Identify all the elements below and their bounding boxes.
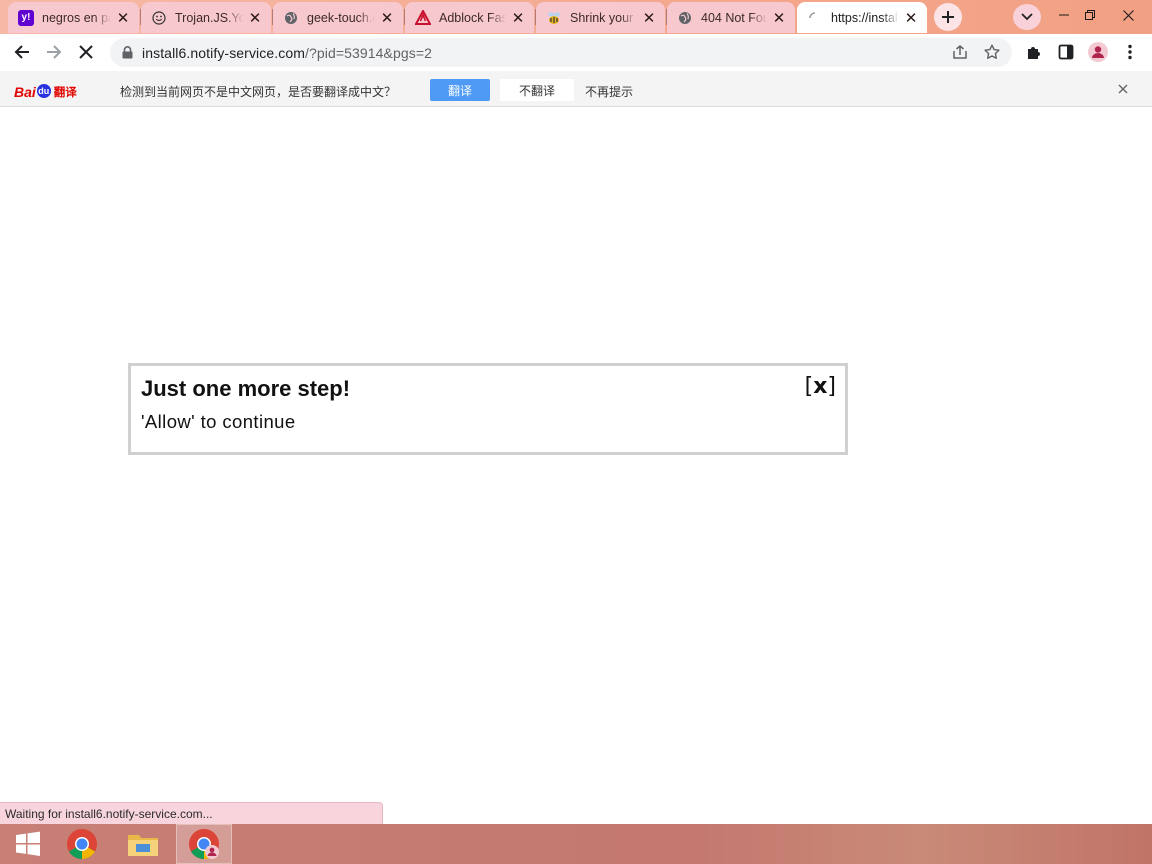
tab-close-icon[interactable]: ✕ xyxy=(115,10,131,27)
logo-bai: Bai xyxy=(14,84,36,100)
globe-icon xyxy=(677,10,693,26)
tab-close-icon[interactable]: ✕ xyxy=(641,10,657,27)
translate-bar-close-icon[interactable] xyxy=(1114,80,1132,98)
arrow-left-icon xyxy=(14,45,29,59)
dialog-close-button[interactable]: [x] xyxy=(805,374,836,399)
yahoo-icon: y! xyxy=(18,9,34,26)
tab-3[interactable]: Adblock Fast ✕ xyxy=(405,2,534,33)
side-panel-icon xyxy=(1058,44,1074,60)
bee-icon xyxy=(546,10,562,26)
tab-search-button[interactable] xyxy=(1013,4,1041,30)
tab-title: https://instal xyxy=(831,10,898,25)
tab-0[interactable]: y! negros en pa ✕ xyxy=(8,2,139,33)
url-path: /?pid=53914&pgs=2 xyxy=(304,44,433,61)
url-host: install6.notify-service.com xyxy=(142,44,305,61)
kebab-menu-icon xyxy=(1128,44,1132,60)
profile-button[interactable] xyxy=(1084,38,1112,66)
share-icon[interactable] xyxy=(952,45,968,65)
tab-close-icon[interactable]: ✕ xyxy=(379,10,395,27)
taskbar-chrome[interactable] xyxy=(54,824,110,864)
close-icon xyxy=(1122,9,1134,21)
tab-title: Trojan.JS.You xyxy=(175,10,243,25)
start-button[interactable] xyxy=(0,824,56,864)
stop-icon xyxy=(79,45,93,59)
loading-icon xyxy=(807,10,823,26)
taskbar-file-explorer[interactable] xyxy=(115,824,171,864)
allow-prompt-dialog: Just one more step! 'Allow' to continue … xyxy=(128,363,848,455)
globe-icon xyxy=(283,10,299,26)
chrome-profile-icon xyxy=(189,829,219,859)
address-bar[interactable]: install6.notify-service.com/?pid=53914&p… xyxy=(110,38,1012,67)
page-content: Just one more step! 'Allow' to continue … xyxy=(0,107,1152,824)
tab-4[interactable]: Shrink your f ✕ xyxy=(536,2,665,33)
chevron-down-icon xyxy=(1021,13,1033,21)
star-icon[interactable] xyxy=(984,44,1000,65)
taskbar xyxy=(0,824,1152,864)
tab-5[interactable]: 404 Not Foun ✕ xyxy=(667,2,795,33)
tab-2[interactable]: geek-touch.c ✕ xyxy=(273,2,403,33)
avatar-icon xyxy=(1088,42,1108,62)
tab-title: Shrink your f xyxy=(570,10,637,25)
stop-loading-button[interactable] xyxy=(72,38,100,66)
tab-title: geek-touch.c xyxy=(307,10,375,25)
tab-close-icon[interactable]: ✕ xyxy=(247,10,263,27)
chrome-icon xyxy=(67,829,97,860)
puzzle-icon xyxy=(1028,47,1040,59)
translate-message: 检测到当前网页不是中文网页，是否要翻译成中文？ xyxy=(120,85,397,99)
menu-button[interactable] xyxy=(1116,38,1144,66)
logo-fanyi: 翻译 xyxy=(53,87,77,99)
translate-bar: Bai du 翻译 检测到当前网页不是中文网页，是否要翻译成中文？ 翻译 不翻译… xyxy=(0,71,1152,107)
status-bubble: Waiting for install6.notify-service.com.… xyxy=(0,802,383,824)
plus-icon xyxy=(942,11,954,23)
tab-close-icon[interactable]: ✕ xyxy=(510,10,526,27)
restore-button[interactable] xyxy=(1072,0,1108,30)
extensions-button[interactable] xyxy=(1020,38,1048,66)
tab-title: negros en pa xyxy=(42,10,111,25)
tab-1[interactable]: Trojan.JS.You ✕ xyxy=(141,2,271,33)
minimize-icon xyxy=(1059,14,1069,16)
window-close-button[interactable] xyxy=(1110,0,1146,30)
translate-button[interactable]: 翻译 xyxy=(430,79,490,101)
logo-du: du xyxy=(36,84,51,98)
tab-close-icon[interactable]: ✕ xyxy=(771,10,787,27)
dialog-close-label: x xyxy=(813,374,828,399)
lock-icon[interactable] xyxy=(120,46,134,60)
side-panel-button[interactable] xyxy=(1052,38,1080,66)
baidu-translate-logo: Bai du 翻译 xyxy=(14,80,77,100)
restore-icon xyxy=(1085,10,1095,20)
dialog-title: Just one more step! xyxy=(141,376,351,401)
dialog-subtitle: 'Allow' to continue xyxy=(141,411,296,432)
smiley-icon xyxy=(151,10,167,26)
tab-title: Adblock Fast xyxy=(439,10,506,25)
never-show-link[interactable]: 不再提示 xyxy=(585,83,633,100)
new-tab-button[interactable] xyxy=(934,3,962,31)
folder-icon xyxy=(128,835,158,856)
adblock-icon xyxy=(415,9,431,26)
tab-close-icon[interactable]: ✕ xyxy=(903,10,919,27)
windows-logo-icon xyxy=(16,831,40,856)
url-text[interactable]: install6.notify-service.com/?pid=53914&p… xyxy=(142,45,432,61)
tab-strip: y! negros en pa ✕ Trojan.JS.You ✕ geek-t… xyxy=(0,0,1152,34)
arrow-right-icon xyxy=(47,45,62,59)
tab-6-active[interactable]: https://instal ✕ xyxy=(797,2,927,33)
forward-button[interactable] xyxy=(40,38,68,66)
tab-title: 404 Not Foun xyxy=(701,10,767,25)
dont-translate-button[interactable]: 不翻译 xyxy=(500,79,574,101)
browser-toolbar: install6.notify-service.com/?pid=53914&p… xyxy=(0,34,1152,71)
taskbar-chrome-profile[interactable] xyxy=(176,824,232,864)
back-button[interactable] xyxy=(8,38,36,66)
